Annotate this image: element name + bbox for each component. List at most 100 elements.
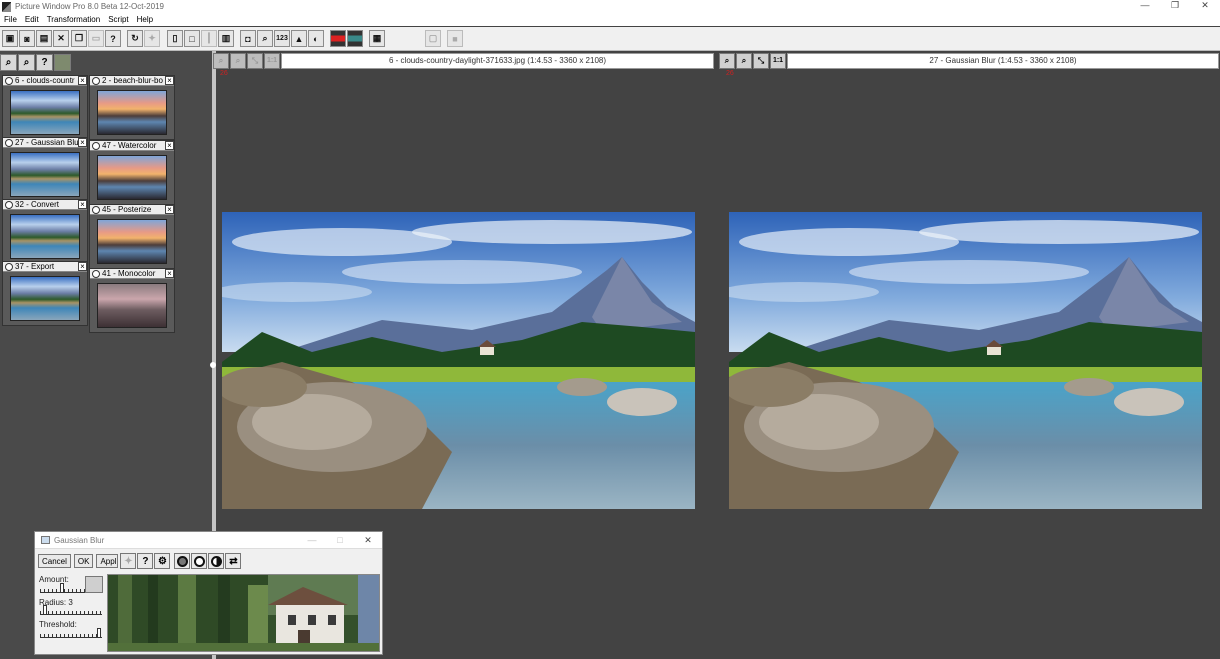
fit-window-icon[interactable]: ⤡ bbox=[247, 52, 263, 69]
zoom-out-icon[interactable]: ⌕ bbox=[230, 52, 246, 69]
close-icon[interactable]: × bbox=[78, 262, 87, 271]
circle-icon[interactable] bbox=[191, 553, 208, 569]
thumbnail-image bbox=[10, 90, 80, 135]
actual-size-button[interactable]: 1:1 bbox=[770, 52, 786, 69]
palette-icon[interactable]: ◐ bbox=[308, 30, 324, 47]
pin-icon[interactable]: ✦ bbox=[144, 30, 160, 47]
close-icon[interactable]: × bbox=[165, 205, 174, 214]
close-icon[interactable]: × bbox=[78, 76, 87, 85]
blank-pane-icon[interactable]: □ bbox=[184, 30, 200, 47]
camera-icon[interactable]: ◙ bbox=[19, 30, 35, 47]
mask-icon[interactable] bbox=[174, 553, 191, 569]
grid-icon[interactable]: ▦ bbox=[369, 30, 385, 47]
dual-pane-icon[interactable]: ▥ bbox=[218, 30, 234, 47]
cancel-button[interactable]: Cancel bbox=[38, 554, 71, 568]
split-pane-icon[interactable]: ┃ bbox=[201, 30, 217, 47]
apply-button[interactable]: Appl bbox=[96, 554, 119, 568]
maximize-button[interactable]: ❐ bbox=[1160, 0, 1190, 13]
select-radio[interactable] bbox=[5, 200, 13, 209]
color-bar-icon[interactable] bbox=[330, 30, 346, 47]
print-icon[interactable]: ▤ bbox=[36, 30, 52, 47]
thumbnail-item[interactable]: 37 - Export × bbox=[2, 261, 88, 326]
original-image[interactable] bbox=[222, 212, 695, 509]
close-icon[interactable]: ✕ bbox=[53, 30, 69, 47]
close-icon[interactable]: × bbox=[165, 269, 174, 278]
select-radio[interactable] bbox=[5, 262, 13, 271]
thumbnail-item[interactable]: 6 - clouds-countr × bbox=[2, 75, 88, 140]
ok-button[interactable]: OK bbox=[73, 554, 94, 568]
settings-icon[interactable]: ⚙ bbox=[154, 553, 171, 569]
screen-icon[interactable]: ▢ bbox=[425, 30, 441, 47]
thumbnail-item[interactable]: 32 - Convert × bbox=[2, 199, 88, 264]
menu-transformation[interactable]: Transformation bbox=[43, 14, 105, 26]
pane-marker: 26 bbox=[220, 70, 228, 77]
blurred-image[interactable] bbox=[729, 212, 1202, 509]
threshold-slider[interactable] bbox=[40, 628, 102, 638]
fit-window-icon[interactable]: ⤡ bbox=[753, 52, 769, 69]
thumbnail-icon[interactable] bbox=[54, 54, 71, 71]
menu-help[interactable]: Help bbox=[133, 14, 157, 26]
slider-knob[interactable] bbox=[43, 605, 47, 615]
left-pane-title: 6 - clouds-country-daylight-371633.jpg (… bbox=[281, 52, 714, 69]
splitter-handle[interactable] bbox=[210, 362, 216, 368]
thumbnail-toolbar: ⌕ ⌕ ? bbox=[0, 54, 72, 72]
zoom-in-icon[interactable]: ⌕ bbox=[719, 52, 735, 69]
thumbnail-label: 41 - Monocolor bbox=[102, 269, 156, 278]
zoom-icon[interactable]: ⌕ bbox=[257, 30, 273, 47]
zoom-out-icon[interactable]: ⌕ bbox=[736, 52, 752, 69]
thumbnail-item[interactable]: 2 - beach-blur-bo × bbox=[89, 75, 175, 140]
thumbnail-image bbox=[97, 219, 167, 264]
close-icon[interactable]: × bbox=[165, 76, 174, 85]
close-icon[interactable]: × bbox=[78, 138, 87, 147]
close-icon[interactable]: × bbox=[78, 200, 87, 209]
close-button[interactable]: ✕ bbox=[1190, 0, 1220, 13]
grayscale-bar-icon[interactable] bbox=[347, 30, 363, 47]
menu-edit[interactable]: Edit bbox=[21, 14, 43, 26]
minimize-button[interactable]: — bbox=[1130, 0, 1160, 13]
radius-slider[interactable] bbox=[40, 605, 102, 615]
close-icon[interactable]: × bbox=[165, 141, 174, 150]
refresh-icon[interactable]: ↻ bbox=[127, 30, 143, 47]
left-pane-toolbar: ⌕ ⌕ ⤡ 1:1 6 - clouds-country-daylight-37… bbox=[213, 52, 716, 69]
zoom-out-icon[interactable]: ⌕ bbox=[18, 54, 35, 71]
zoom-in-icon[interactable]: ⌕ bbox=[0, 54, 17, 71]
slider-knob[interactable] bbox=[60, 583, 64, 593]
copy-icon[interactable]: ❐ bbox=[71, 30, 87, 47]
thumbnail-label: 45 - Posterize bbox=[102, 205, 152, 214]
blur-preview[interactable] bbox=[107, 574, 380, 652]
dialog-maximize-button[interactable]: □ bbox=[326, 535, 354, 545]
amount-swatch[interactable] bbox=[85, 576, 103, 593]
app-icon bbox=[2, 1, 11, 12]
pin-icon[interactable]: ✦ bbox=[120, 553, 137, 569]
histogram-icon[interactable]: ▲ bbox=[291, 30, 307, 47]
help-icon[interactable]: ? bbox=[137, 553, 154, 569]
select-radio[interactable] bbox=[92, 269, 100, 278]
clipboard-icon[interactable]: ▭ bbox=[88, 30, 104, 47]
thumbnail-item[interactable]: 45 - Posterize × bbox=[89, 204, 175, 269]
thumbnail-item[interactable]: 41 - Monocolor × bbox=[89, 268, 175, 333]
select-radio[interactable] bbox=[92, 141, 100, 150]
stamp-icon[interactable]: ■ bbox=[447, 30, 463, 47]
slider-knob[interactable] bbox=[97, 628, 101, 638]
single-pane-icon[interactable]: ▯ bbox=[167, 30, 183, 47]
select-radio[interactable] bbox=[5, 76, 13, 85]
new-window-icon[interactable]: ▣ bbox=[2, 30, 18, 47]
dialog-title: Gaussian Blur bbox=[54, 535, 105, 545]
actual-size-button[interactable]: 1:1 bbox=[264, 52, 280, 69]
thumbnail-item[interactable]: 27 - Gaussian Blu × bbox=[2, 137, 88, 202]
number-icon[interactable]: 123 bbox=[274, 30, 290, 47]
menu-script[interactable]: Script bbox=[104, 14, 132, 26]
help-icon[interactable]: ? bbox=[105, 30, 121, 47]
zoom-in-icon[interactable]: ⌕ bbox=[213, 52, 229, 69]
dialog-close-button[interactable]: ✕ bbox=[354, 535, 382, 546]
dialog-minimize-button[interactable]: — bbox=[298, 535, 326, 545]
menu-file[interactable]: File bbox=[0, 14, 21, 26]
swap-icon[interactable]: ⇄ bbox=[225, 553, 242, 569]
select-radio[interactable] bbox=[5, 138, 13, 147]
mouse-icon[interactable]: ◘ bbox=[240, 30, 256, 47]
help-icon[interactable]: ? bbox=[36, 54, 53, 71]
thumbnail-item[interactable]: 47 - Watercolor × bbox=[89, 140, 175, 205]
select-radio[interactable] bbox=[92, 76, 100, 85]
select-radio[interactable] bbox=[92, 205, 100, 214]
half-circle-icon[interactable] bbox=[208, 553, 225, 569]
